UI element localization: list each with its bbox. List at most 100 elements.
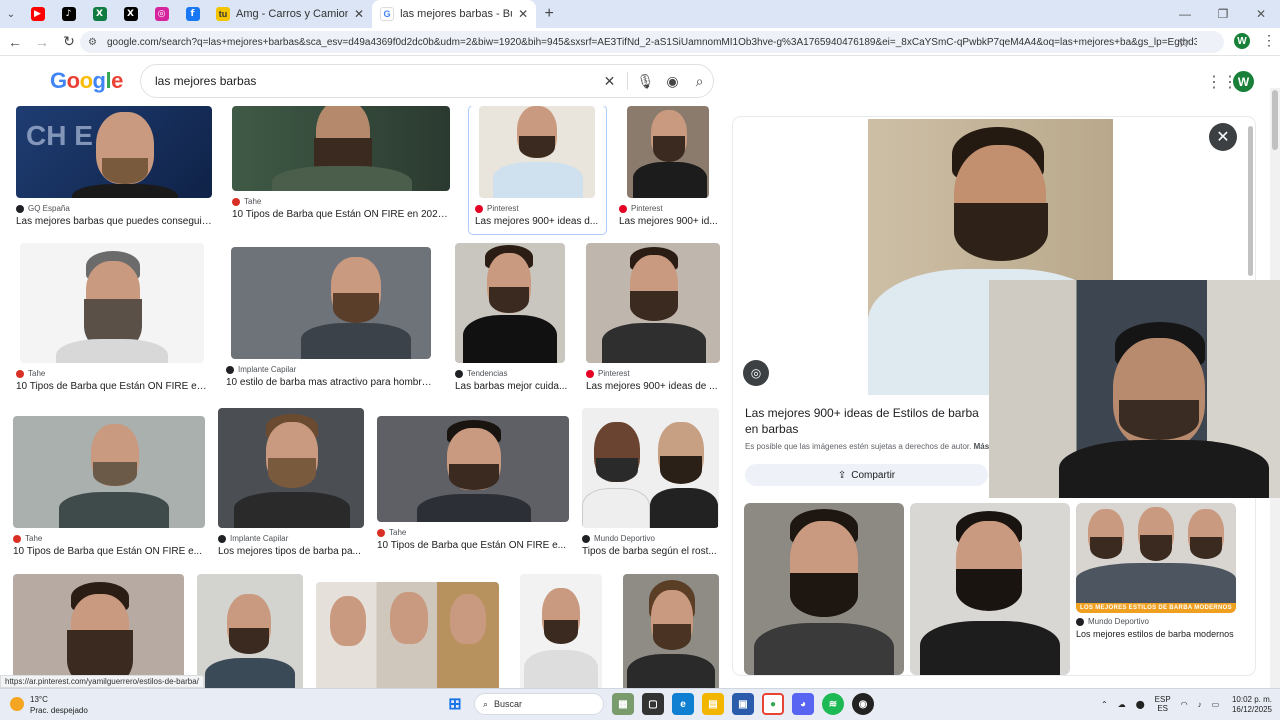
- pinned-tab-x[interactable]: X: [115, 0, 146, 28]
- result-title: Las mejores 900+ ideas de ...: [586, 381, 718, 392]
- result-card-selected[interactable]: Pinterest Las mejores 900+ ideas d...: [468, 106, 607, 235]
- taskbar-search[interactable]: ⌕ Buscar: [474, 693, 604, 715]
- result-thumbnail[interactable]: [13, 574, 184, 688]
- discord-icon[interactable]: ◕: [792, 693, 814, 715]
- result-card[interactable]: CH E GQ España Las mejores barbas que pu…: [16, 106, 212, 227]
- result-card[interactable]: Tahe 10 Tipos de Barba que Están ON FIRE…: [232, 106, 450, 220]
- more-link[interactable]: Más: [974, 442, 990, 451]
- related-image[interactable]: [744, 503, 904, 675]
- back-icon[interactable]: ←: [3, 30, 27, 54]
- battery-icon[interactable]: ▭: [1212, 700, 1220, 709]
- chrome-icon[interactable]: ●: [762, 693, 784, 715]
- result-card[interactable]: [13, 574, 184, 688]
- webcam-overlay: [989, 280, 1280, 498]
- result-card[interactable]: Mundo Deportivo Tipos de barba según el …: [582, 408, 719, 557]
- microphone-icon[interactable]: 🎙: [632, 73, 659, 90]
- new-tab-button[interactable]: +: [536, 5, 562, 23]
- reload-icon[interactable]: ↻: [57, 30, 81, 54]
- search-icon[interactable]: ⌕: [686, 73, 713, 90]
- bookmark-star-icon[interactable]: ☆: [1177, 34, 1190, 51]
- preview-title[interactable]: Las mejores 900+ ideas de Estilos de bar…: [745, 405, 995, 437]
- spotify-icon[interactable]: ≋: [822, 693, 844, 715]
- minimize-icon[interactable]: —: [1166, 0, 1204, 28]
- file-explorer-icon[interactable]: ▤: [702, 693, 724, 715]
- tiktok-icon: ♪: [61, 7, 76, 21]
- result-card[interactable]: Tahe 10 Tipos de Barba que Están ON FIRE…: [13, 408, 205, 557]
- tab-google-search[interactable]: G las mejores barbas - Buscar con ✕: [372, 0, 537, 28]
- result-thumbnail[interactable]: [13, 416, 205, 528]
- search-box[interactable]: las mejores barbas ✕ 🎙 ◉ ⌕: [140, 64, 714, 98]
- pinned-tab-tiktok[interactable]: ♪: [53, 0, 84, 28]
- result-thumbnail[interactable]: [20, 243, 204, 363]
- sun-icon: [10, 697, 24, 711]
- tray-app-icon[interactable]: ⬤: [1136, 700, 1145, 709]
- result-thumbnail[interactable]: [623, 574, 719, 688]
- restore-icon[interactable]: ❐: [1204, 0, 1242, 28]
- store-icon[interactable]: ▣: [732, 693, 754, 715]
- tray-overflow-icon[interactable]: ⌃: [1101, 700, 1108, 709]
- wifi-icon[interactable]: ◠: [1181, 700, 1188, 709]
- site-info-icon[interactable]: ⚙: [88, 37, 97, 48]
- result-card[interactable]: Implante Capilar 10 estilo de barba mas …: [226, 243, 436, 388]
- result-thumbnail[interactable]: [455, 243, 565, 363]
- pinned-tab-excel[interactable]: X: [84, 0, 115, 28]
- result-thumbnail[interactable]: [197, 574, 303, 688]
- result-card[interactable]: Tendencias Las barbas mejor cuida...: [455, 243, 570, 392]
- pinned-tab-facebook[interactable]: f: [177, 0, 208, 28]
- obs-icon[interactable]: ◉: [852, 693, 874, 715]
- result-card[interactable]: Implante Capilar Los mejores tipos de ba…: [218, 408, 364, 557]
- tab-title: las mejores barbas - Buscar con: [400, 8, 512, 20]
- tab-close-icon[interactable]: ✕: [354, 7, 364, 21]
- related-caption[interactable]: Mundo Deportivo Los mejores estilos de b…: [1076, 617, 1241, 639]
- result-thumbnail[interactable]: [586, 243, 720, 363]
- lens-icon[interactable]: ◉: [659, 73, 686, 90]
- close-panel-icon[interactable]: ✕: [1209, 123, 1237, 151]
- browser-profile-avatar[interactable]: W: [1234, 33, 1250, 49]
- volume-icon[interactable]: ♪: [1198, 700, 1202, 709]
- result-card[interactable]: [520, 574, 602, 688]
- share-button[interactable]: ⇪ Compartir: [745, 464, 988, 486]
- lens-search-icon[interactable]: ◎: [743, 360, 769, 386]
- result-card[interactable]: Pinterest Las mejores 900+ id...: [619, 106, 719, 227]
- clock[interactable]: 10:02 p. m. 16/12/2025: [1222, 695, 1272, 715]
- account-avatar[interactable]: W: [1233, 71, 1254, 92]
- edge-icon[interactable]: e: [672, 693, 694, 715]
- google-logo[interactable]: Google: [50, 68, 123, 94]
- result-card[interactable]: [316, 574, 499, 688]
- result-thumbnail[interactable]: CH E: [16, 106, 212, 198]
- close-window-icon[interactable]: ✕: [1242, 0, 1280, 28]
- browser-menu-icon[interactable]: ⋮: [1262, 32, 1276, 49]
- pinned-tab-youtube[interactable]: ▶: [22, 0, 53, 28]
- search-input[interactable]: las mejores barbas: [155, 74, 596, 88]
- language-indicator[interactable]: ESP ES: [1155, 695, 1171, 713]
- tab-search-icon[interactable]: ⌄: [0, 0, 22, 28]
- forward-icon[interactable]: →: [30, 30, 54, 54]
- related-image[interactable]: [910, 503, 1070, 675]
- url-field[interactable]: ⚙ google.com/search?q=las+mejores+barbas…: [80, 31, 1224, 53]
- result-card[interactable]: Pinterest Las mejores 900+ ideas de ...: [586, 243, 720, 392]
- result-thumbnail[interactable]: [582, 408, 719, 528]
- result-card[interactable]: [623, 574, 719, 688]
- tab-amg[interactable]: tu Amg - Carros y Camionetas Mo ✕: [208, 0, 372, 28]
- task-view-icon[interactable]: ▢: [642, 693, 664, 715]
- result-card[interactable]: Tahe 10 Tipos de Barba que Están ON FIRE…: [377, 408, 569, 551]
- result-thumbnail[interactable]: [479, 106, 595, 198]
- result-title: 10 Tipos de Barba que Están ON FIRE e...: [13, 546, 202, 557]
- result-thumbnail[interactable]: [218, 408, 364, 528]
- result-thumbnail[interactable]: [232, 106, 450, 191]
- result-thumbnail[interactable]: [377, 416, 569, 522]
- result-thumbnail[interactable]: [520, 574, 602, 688]
- clear-icon[interactable]: ✕: [596, 73, 623, 90]
- windows-start-icon[interactable]: ⊞: [444, 693, 466, 715]
- result-thumbnail[interactable]: [627, 106, 709, 198]
- cloud-icon[interactable]: ☁: [1118, 700, 1126, 709]
- related-image[interactable]: LOS MEJORES ESTILOS DE BARBA MODERNOS: [1076, 503, 1236, 613]
- result-thumbnail[interactable]: [231, 247, 431, 359]
- pinned-tab-instagram[interactable]: ◎: [146, 0, 177, 28]
- widget-icon[interactable]: ▦: [612, 693, 634, 715]
- tab-close-icon[interactable]: ✕: [518, 7, 528, 21]
- weather-widget[interactable]: 13°C Prac. despejado: [10, 694, 88, 716]
- result-thumbnail[interactable]: [316, 582, 499, 688]
- result-card[interactable]: Tahe 10 Tipos de Barba que Están ON FIRE…: [16, 243, 211, 392]
- result-card[interactable]: [197, 574, 303, 688]
